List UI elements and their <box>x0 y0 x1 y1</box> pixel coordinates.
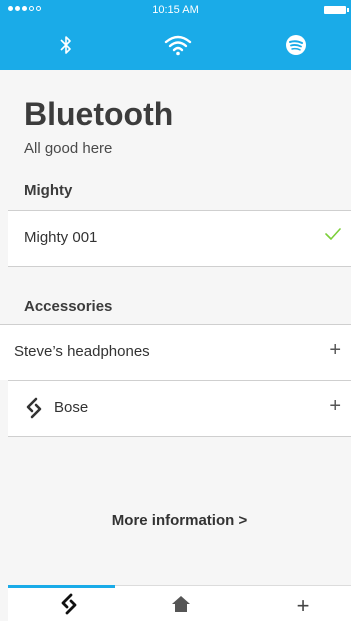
tab-wifi[interactable] <box>158 30 198 64</box>
battery-icon <box>324 6 349 14</box>
link-icon <box>24 397 44 424</box>
list-item-bose[interactable]: Bose + <box>8 380 351 436</box>
active-tab-indicator <box>8 585 115 588</box>
list-item-label: Steve’s headphones <box>14 343 150 360</box>
add-button[interactable]: + <box>329 395 341 418</box>
divider <box>8 266 351 267</box>
home-icon <box>170 594 192 619</box>
divider <box>8 436 351 437</box>
section-label-mighty: Mighty <box>24 182 73 199</box>
top-tabs <box>0 28 351 68</box>
tab-add[interactable]: + <box>288 593 318 618</box>
top-bar: 10:15 AM <box>0 0 351 70</box>
checkmark-icon <box>325 227 341 245</box>
bluetooth-icon <box>59 35 73 60</box>
tab-home[interactable] <box>166 594 196 618</box>
section-label-accessories: Accessories <box>24 298 113 315</box>
status-time: 10:15 AM <box>152 4 199 16</box>
main-content: Bluetooth All good here Mighty Mighty 00… <box>0 70 351 588</box>
tab-bluetooth[interactable] <box>46 30 86 64</box>
link-icon <box>60 593 78 620</box>
list-item-mighty-001[interactable]: Mighty 001 <box>8 210 351 266</box>
list-item-label: Mighty 001 <box>24 229 98 246</box>
spotify-icon <box>285 34 307 61</box>
bottom-tab-bar: + <box>8 585 351 621</box>
tab-spotify[interactable] <box>276 30 316 64</box>
status-bar: 10:15 AM <box>0 0 351 22</box>
list-item-label: Bose <box>54 399 89 416</box>
page-title: Bluetooth <box>24 96 174 132</box>
list-item-steves-headphones[interactable]: Steve’s headphones + <box>0 324 351 380</box>
page-subtitle: All good here <box>24 140 113 157</box>
more-information-link[interactable]: More information > <box>8 512 351 529</box>
add-button[interactable]: + <box>329 339 341 362</box>
wifi-icon <box>164 34 192 61</box>
tab-link[interactable] <box>54 593 84 620</box>
